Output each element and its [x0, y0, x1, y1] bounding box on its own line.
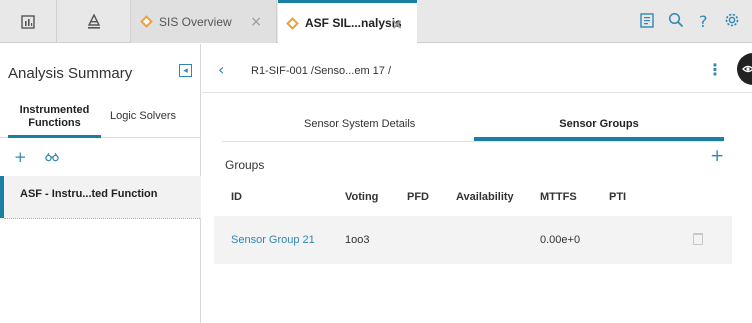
- subtab-logic-solvers[interactable]: Logic Solvers: [110, 110, 176, 122]
- tab-diamond-icon: [286, 16, 299, 30]
- analysis-summary-panel: Analysis Summary ◂ Instrumented Function…: [0, 44, 201, 323]
- search-icon[interactable]: [668, 12, 684, 32]
- divider: [222, 141, 724, 142]
- column-header-pfd[interactable]: PFD: [407, 191, 429, 203]
- close-icon[interactable]: ×: [391, 17, 403, 33]
- column-header-voting[interactable]: Voting: [345, 191, 378, 203]
- divider: [202, 92, 752, 93]
- gear-icon[interactable]: [724, 12, 740, 32]
- column-header-mttfs[interactable]: MTTFS: [540, 191, 577, 203]
- dashboard-icon[interactable]: [0, 0, 57, 43]
- add-group-icon[interactable]: +: [710, 146, 724, 166]
- tab-sensor-system-details[interactable]: Sensor System Details: [304, 118, 415, 130]
- tab-asf-sil-analysis[interactable]: ASF SIL...nalysis ×: [278, 0, 417, 43]
- divider: [4, 218, 200, 219]
- top-bar: SIS Overview × ASF SIL...nalysis × ?: [0, 0, 752, 43]
- section-title: Groups: [225, 158, 265, 172]
- voting-cell: 1oo3: [345, 234, 370, 246]
- breadcrumb: R1-SIF-001 /Senso...em 17 /: [251, 65, 392, 77]
- hierarchy-icon[interactable]: [57, 0, 131, 43]
- column-header-availability[interactable]: Availability: [456, 191, 514, 203]
- eye-icon[interactable]: [737, 53, 752, 85]
- add-icon[interactable]: +: [14, 148, 27, 166]
- mttfs-cell: 0.00e+0: [540, 234, 581, 246]
- panel-toolbar: +: [14, 148, 73, 166]
- tab-diamond-icon: [140, 15, 153, 28]
- tab-label: SIS Overview: [159, 14, 232, 29]
- tab-sensor-groups[interactable]: Sensor Groups: [474, 110, 724, 141]
- tab-sis-overview[interactable]: SIS Overview ×: [131, 0, 277, 43]
- help-icon[interactable]: ?: [699, 12, 708, 31]
- column-header-id[interactable]: ID: [231, 191, 242, 203]
- more-options-icon[interactable]: ⋮: [707, 60, 723, 79]
- back-icon[interactable]: ‹: [218, 60, 224, 79]
- clipboard-icon[interactable]: [640, 12, 654, 32]
- binoculars-icon[interactable]: [45, 148, 60, 166]
- panel-title: Analysis Summary: [8, 65, 133, 82]
- subtab-instrumented-functions[interactable]: Instrumented Functions: [8, 102, 101, 138]
- panel-subtabs: Instrumented Functions Logic Solvers: [0, 100, 201, 138]
- list-item[interactable]: ASF - Instru...ted Function: [0, 176, 201, 218]
- collapse-panel-icon[interactable]: ◂: [179, 64, 192, 77]
- tab-label: ASF SIL...nalysis: [305, 16, 402, 30]
- trash-icon[interactable]: [693, 233, 703, 245]
- column-header-pti[interactable]: PTI: [609, 191, 626, 203]
- sensor-group-link[interactable]: Sensor Group 21: [231, 234, 315, 246]
- close-icon[interactable]: ×: [250, 14, 262, 30]
